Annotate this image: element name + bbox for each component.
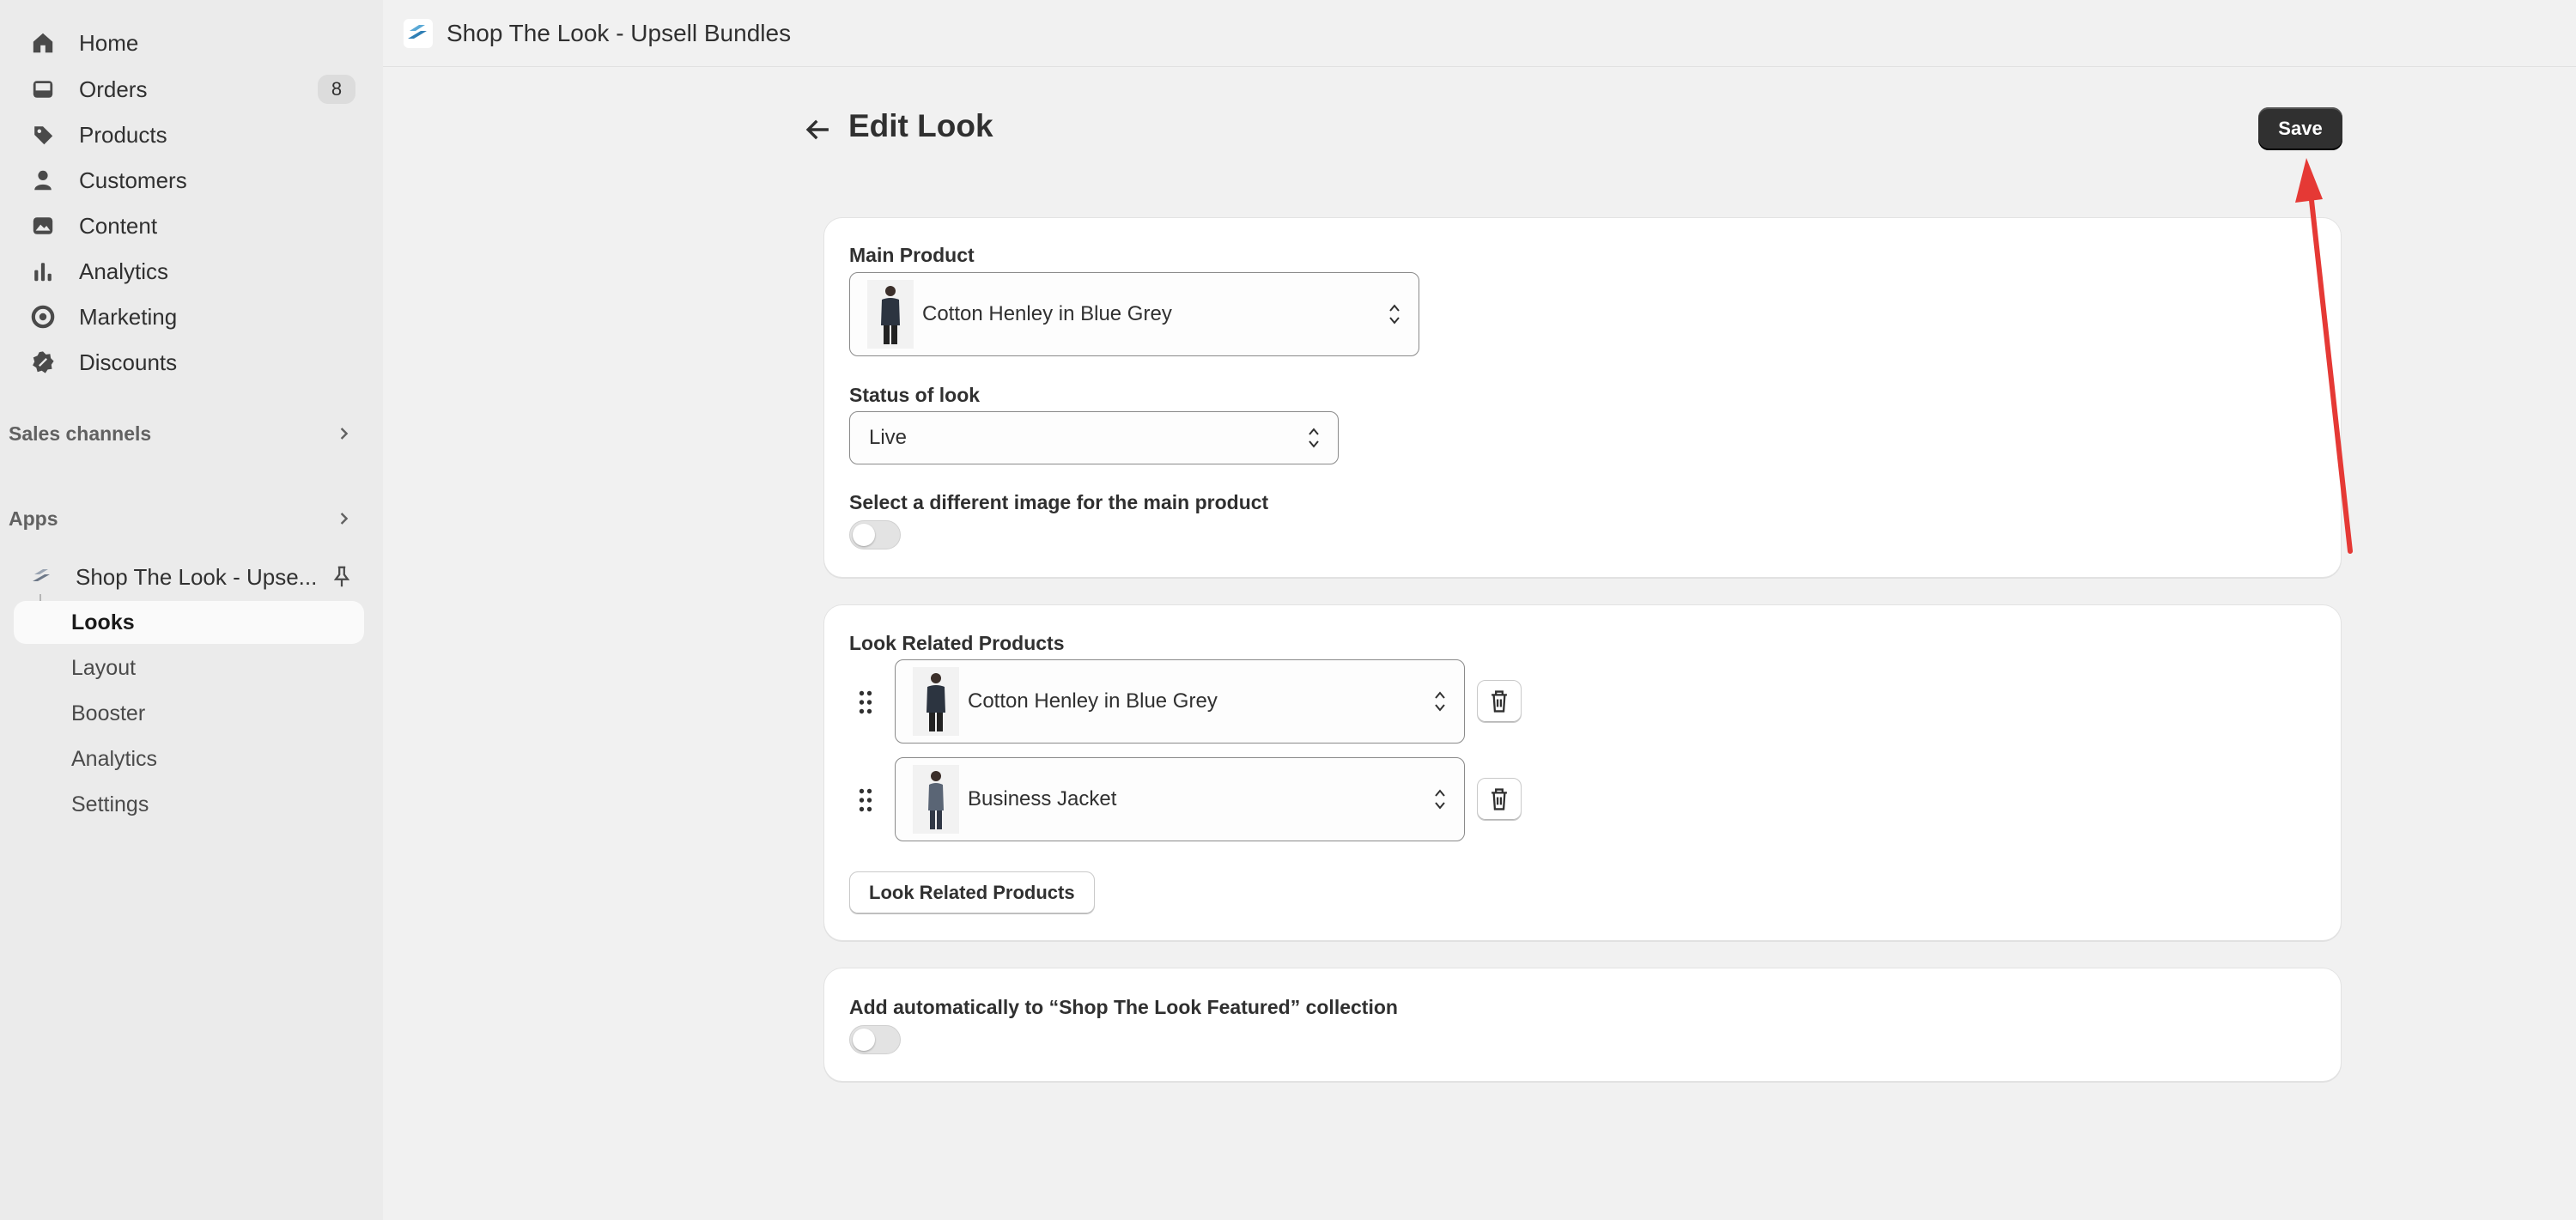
select-arrows-icon: [1435, 691, 1445, 712]
app-name-label: Shop The Look - Upse...: [76, 563, 318, 590]
add-related-product-button[interactable]: Look Related Products: [849, 871, 1095, 914]
sales-channels-header[interactable]: Sales channels: [0, 416, 361, 451]
nav-label: Discounts: [79, 349, 178, 375]
chevron-right-icon: [340, 513, 349, 525]
select-arrows-icon: [1435, 789, 1445, 810]
nav-label: Home: [79, 29, 139, 56]
related-product-select[interactable]: Cotton Henley in Blue Grey: [895, 659, 1465, 744]
delete-button[interactable]: [1477, 778, 1522, 821]
apps-label: Apps: [9, 507, 58, 530]
app-topbar: Shop The Look - Upsell Bundles: [383, 0, 2576, 67]
nav-analytics[interactable]: Analytics: [14, 251, 364, 292]
discount-icon: [31, 350, 55, 374]
trash-icon: [1492, 788, 1507, 810]
image-icon: [31, 214, 55, 238]
app-title: Shop The Look - Upsell Bundles: [447, 19, 792, 46]
select-arrows-icon: [1389, 304, 1400, 325]
status-value: Live: [869, 426, 908, 449]
product-thumbnail: [867, 280, 914, 349]
drag-handle-icon[interactable]: [856, 689, 875, 715]
tag-icon: [31, 123, 55, 147]
related-products-label: Look Related Products: [849, 632, 1065, 654]
nav-home[interactable]: Home: [14, 22, 364, 64]
status-select[interactable]: Live: [849, 411, 1339, 464]
back-arrow-icon[interactable]: [804, 115, 833, 144]
main-product-value: Cotton Henley in Blue Grey: [922, 302, 1172, 325]
main-product-card: Main Product Cotton Henley in Blue Grey …: [823, 217, 2342, 578]
pin-icon[interactable]: [330, 565, 354, 589]
drag-handle-icon[interactable]: [856, 787, 875, 813]
main-product-select[interactable]: Cotton Henley in Blue Grey: [849, 272, 1419, 356]
nav-label: Analytics: [79, 258, 169, 284]
nav-customers[interactable]: Customers: [14, 160, 364, 201]
subnav-booster[interactable]: Booster: [14, 692, 364, 735]
app-logo-icon: [404, 18, 433, 48]
product-thumbnail: [913, 765, 959, 834]
delete-button[interactable]: [1477, 680, 1522, 723]
person-icon: [31, 168, 55, 192]
nav-marketing[interactable]: Marketing: [14, 296, 364, 337]
collection-card: Add automatically to “Shop The Look Feat…: [823, 968, 2342, 1082]
subnav-looks[interactable]: Looks: [14, 601, 364, 644]
target-icon: [31, 305, 55, 329]
related-product-value: Cotton Henley in Blue Grey: [968, 689, 1218, 713]
subnav-analytics[interactable]: Analytics: [14, 737, 364, 780]
nav-label: Products: [79, 121, 167, 148]
nav-label: Customers: [79, 167, 187, 193]
featured-collection-toggle[interactable]: [849, 1025, 901, 1054]
chevron-right-icon: [340, 428, 349, 440]
collection-toggle-label: Add automatically to “Shop The Look Feat…: [849, 996, 1398, 1018]
nav-label: Marketing: [79, 303, 178, 330]
nav-label: Content: [79, 212, 158, 239]
inbox-icon: [31, 77, 55, 101]
related-product-select[interactable]: Business Jacket: [895, 757, 1465, 841]
image-toggle-label: Select a different image for the main pr…: [849, 491, 1269, 513]
orders-count-badge: 8: [318, 75, 355, 104]
subnav-layout[interactable]: Layout: [14, 646, 364, 689]
select-arrows-icon: [1309, 428, 1319, 448]
app-shop-the-look[interactable]: Shop The Look - Upse...: [14, 560, 364, 594]
main-product-label: Main Product: [849, 244, 975, 266]
different-image-toggle[interactable]: [849, 520, 901, 549]
nav-products[interactable]: Products: [14, 114, 364, 155]
product-thumbnail: [913, 667, 959, 736]
nav-content[interactable]: Content: [14, 205, 364, 246]
save-button[interactable]: Save: [2258, 107, 2342, 150]
page-title: Edit Look: [848, 108, 993, 143]
sidebar: Home Orders 8 Products Customers Content…: [0, 0, 383, 1220]
sales-channels-label: Sales channels: [9, 422, 152, 445]
app-logo-icon: [33, 569, 50, 581]
related-product-value: Business Jacket: [968, 787, 1117, 810]
bar-chart-icon: [31, 259, 55, 283]
status-label: Status of look: [849, 384, 981, 406]
subnav-settings[interactable]: Settings: [14, 783, 364, 826]
related-products-card: Look Related Products Cotton Henley in B…: [823, 604, 2342, 941]
apps-header[interactable]: Apps: [0, 501, 361, 536]
nav-orders[interactable]: Orders 8: [14, 69, 364, 110]
nav-label: Orders: [79, 76, 148, 102]
nav-discounts[interactable]: Discounts: [14, 342, 364, 383]
home-icon: [31, 31, 55, 55]
trash-icon: [1492, 690, 1507, 713]
